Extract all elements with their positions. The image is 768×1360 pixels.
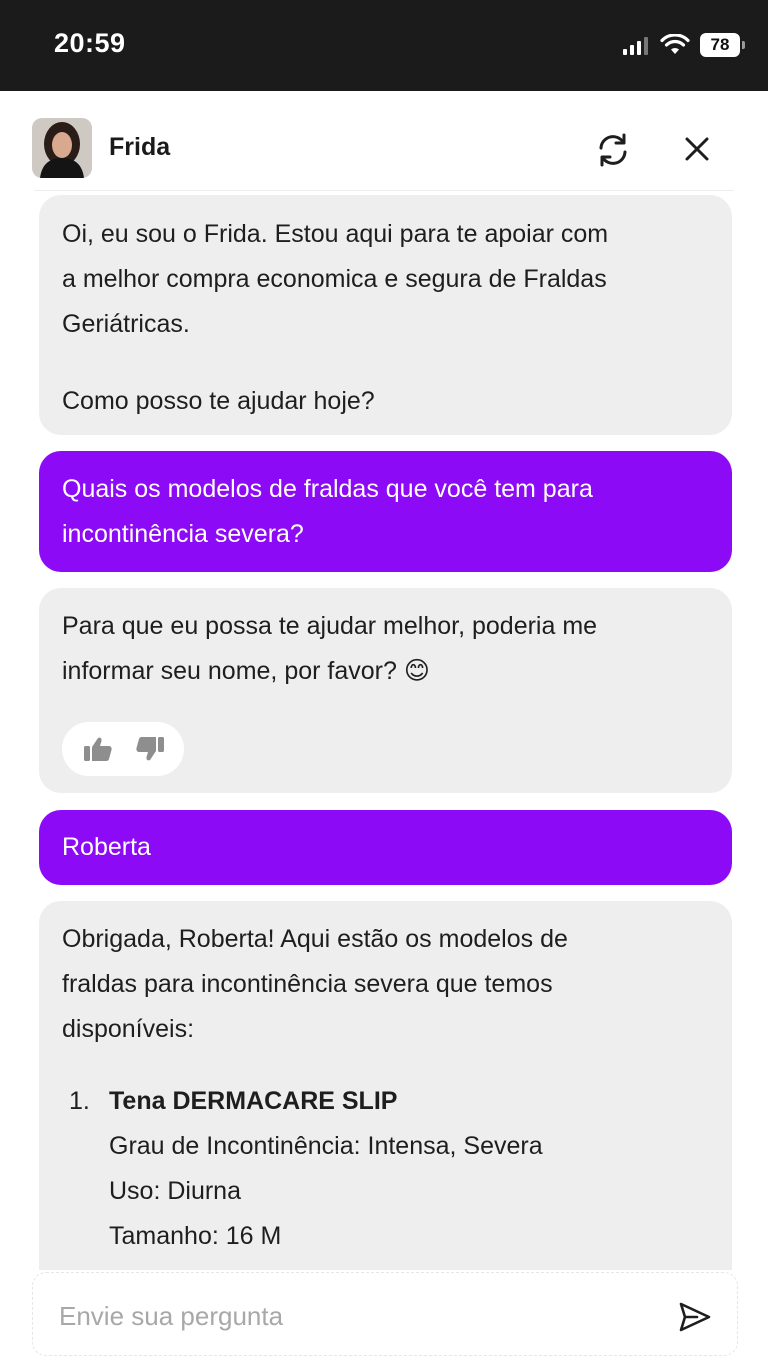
message-text: fraldas para incontinência severa que te… — [62, 970, 553, 998]
feedback-pill — [62, 722, 184, 776]
thumbs-down-icon[interactable] — [134, 735, 166, 763]
bot-message: Para que eu possa te ajudar melhor, pode… — [39, 588, 732, 793]
list-item: 1. Tena DERMACARE SLIP Grau de Incontinê… — [39, 1079, 699, 1269]
message-input[interactable] — [57, 1293, 661, 1339]
message-text: a melhor compra economica e segura de Fr… — [62, 265, 607, 293]
send-icon — [679, 1302, 711, 1332]
message-text: Quais os modelos de fraldas que você tem… — [62, 475, 593, 503]
avatar — [32, 118, 92, 178]
status-icons: 78 — [622, 33, 745, 57]
status-bar: 20:59 78 — [0, 0, 768, 91]
product-size: Tamanho: 16 M — [109, 1222, 282, 1250]
close-button[interactable] — [680, 132, 714, 166]
battery-icon: 78 — [700, 33, 745, 57]
signal-icon — [623, 37, 648, 55]
send-button[interactable] — [677, 1299, 713, 1335]
product-grade: Grau de Incontinência: Intensa, Severa — [109, 1132, 543, 1160]
message-text: incontinência severa? — [62, 520, 304, 548]
user-message: Roberta — [39, 810, 732, 885]
bot-message: Oi, eu sou o Frida. Estou aqui para te a… — [39, 195, 732, 435]
agent-name: Frida — [109, 133, 171, 161]
user-message: Quais os modelos de fraldas que você tem… — [39, 451, 732, 572]
status-time: 20:59 — [54, 28, 126, 58]
refresh-button[interactable] — [594, 131, 632, 169]
message-text: Oi, eu sou o Frida. Estou aqui para te a… — [62, 220, 609, 248]
list-item-body: Tena DERMACARE SLIP Grau de Incontinênci… — [109, 1079, 543, 1259]
message-text: Para que eu possa te ajudar melhor, pode… — [62, 612, 598, 640]
thumbs-up-icon[interactable] — [82, 735, 114, 763]
message-input-bar — [32, 1272, 738, 1356]
message-text: Como posso te ajudar hoje? — [62, 387, 375, 415]
wifi-icon — [660, 34, 690, 54]
message-text: Roberta — [62, 833, 151, 861]
chat-messages[interactable]: Oi, eu sou o Frida. Estou aqui para te a… — [0, 191, 768, 1270]
product-title: Tena DERMACARE SLIP — [109, 1087, 398, 1115]
product-use: Uso: Diurna — [109, 1177, 241, 1205]
refresh-icon — [599, 133, 627, 167]
message-text: Obrigada, Roberta! Aqui estão os modelos… — [62, 925, 568, 953]
message-text: Geriátricas. — [62, 310, 190, 338]
message-text: disponíveis: — [62, 1015, 195, 1043]
bot-message: Obrigada, Roberta! Aqui estão os modelos… — [39, 901, 732, 1270]
close-icon — [685, 137, 709, 161]
list-number: 1. — [69, 1087, 90, 1115]
message-text: informar seu nome, por favor? 😊 — [62, 657, 430, 685]
